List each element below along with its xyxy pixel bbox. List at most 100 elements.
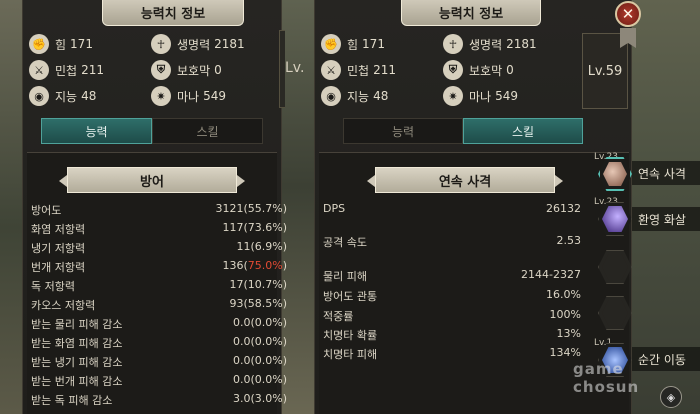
- stat-value: 211: [373, 63, 396, 77]
- eye-icon: ◉: [29, 86, 49, 106]
- stat-label: 마나: [469, 89, 492, 104]
- stat-mana: ✷ 마나 549: [443, 86, 518, 106]
- table-row: DPS 26132: [323, 200, 581, 218]
- stat-strength: ✊ 힘 171: [321, 34, 385, 54]
- row-label: 치명타 확률: [323, 329, 378, 342]
- row-value: 3121(55.7%): [215, 202, 287, 215]
- stat-label: 마나: [177, 89, 200, 104]
- row-value: 2.53: [556, 234, 582, 247]
- row-value: 26132: [546, 202, 581, 215]
- row-label: 받는 독 피해 감소: [31, 394, 113, 407]
- skill-name: 연속 사격: [632, 161, 700, 185]
- row-value: 2144-2327: [521, 268, 581, 281]
- row-label: 번개 저항력: [31, 261, 86, 274]
- row-value: 0.0(0.0%): [232, 354, 287, 367]
- row-value: 0.0(0.0%): [232, 316, 287, 329]
- row-value: 0.0(0.0%): [232, 335, 287, 348]
- stat-label: 민첩: [347, 63, 370, 78]
- stat-value: 549: [495, 89, 518, 103]
- stat-intelligence: ◉ 지능 48: [29, 86, 96, 106]
- table-row: 받는 화염 피해 감소 0.0(0.0%): [31, 333, 287, 351]
- table-row: 화염 저항력 117(73.6%): [31, 219, 287, 237]
- skill-name: 순간 이동: [632, 347, 700, 371]
- tab-skill[interactable]: 스킬: [152, 118, 263, 144]
- watermark-logo: game chosun: [573, 360, 639, 396]
- row-label: 받는 물리 피해 감소: [31, 318, 123, 331]
- level-label: Lv.: [285, 60, 305, 76]
- skill-name: 환영 화살: [632, 207, 700, 231]
- stat-mana: ✷ 마나 549: [151, 86, 226, 106]
- stat-value: 211: [81, 63, 104, 77]
- table-row: 카오스 저항력 93(58.5%): [31, 295, 287, 313]
- table-row: 받는 번개 피해 감소 0.0(0.0%): [31, 371, 287, 389]
- stat-strength: ✊ 힘 171: [29, 34, 93, 54]
- table-row: 받는 독 피해 감소 3.0(3.0%): [31, 390, 287, 408]
- stat-shield: ⛨ 보호막 0: [151, 60, 222, 80]
- row-value: 117(73.6%): [222, 221, 287, 234]
- close-button[interactable]: ✕: [615, 1, 641, 27]
- row-value: 3.0(3.0%): [232, 392, 287, 405]
- spectral-arrow-icon: [602, 206, 628, 232]
- stat-agility: ⚔ 민첩 211: [29, 60, 104, 80]
- row-value: 13%: [556, 327, 581, 340]
- empty-slot-icon: [602, 300, 628, 326]
- stat-intelligence: ◉ 지능 48: [321, 86, 388, 106]
- stat-value: 48: [81, 89, 97, 103]
- table-row: 물리 피해 2144-2327: [323, 266, 581, 284]
- stat-shield: ⛨ 보호막 0: [443, 60, 514, 80]
- claw-icon: ⚔: [29, 60, 49, 80]
- row-label: 독 저항력: [31, 280, 75, 293]
- stat-label: 힘: [55, 37, 67, 52]
- stat-agility: ⚔ 민첩 211: [321, 60, 396, 80]
- fist-icon: ✊: [321, 34, 341, 54]
- row-value: 16.0%: [546, 288, 581, 301]
- table-row: 독 저항력 17(10.7%): [31, 276, 287, 294]
- table-row: 치명타 피해 134%: [323, 344, 581, 362]
- stat-value: 48: [373, 89, 389, 103]
- sun-icon: ✷: [443, 86, 463, 106]
- row-value: 136(75.0%): [222, 259, 287, 272]
- shield-icon: ⛨: [443, 60, 463, 80]
- stat-value: 2181: [506, 37, 537, 51]
- stat-value: 2181: [214, 37, 245, 51]
- chat-icon[interactable]: ◈: [660, 386, 682, 408]
- stat-health: ☥ 생명력 2181: [151, 34, 245, 54]
- row-value-tail: ): [282, 259, 287, 272]
- row-value: 134%: [549, 346, 581, 359]
- row-label: 카오스 저항력: [31, 299, 96, 312]
- row-label: 방어도 관통: [323, 290, 378, 303]
- row-label: 치명타 피해: [323, 348, 378, 361]
- tab-bar: 능력 스킬: [41, 118, 263, 144]
- row-value: 17(10.7%): [229, 278, 287, 291]
- table-row: 공격 속도 2.53: [323, 232, 581, 250]
- stat-label: 민첩: [55, 63, 78, 78]
- eye-icon: ◉: [321, 86, 341, 106]
- table-row: 적중률 100%: [323, 306, 581, 324]
- table-row: 번개 저항력 136(75.0%): [31, 257, 287, 275]
- level-label: Lv.59: [587, 63, 623, 79]
- arrow-burst-icon: [603, 162, 627, 186]
- tab-ability[interactable]: 능력: [343, 118, 463, 144]
- stat-value: 0: [506, 63, 514, 77]
- watermark-line: game: [573, 360, 624, 378]
- row-label: 적중률: [323, 310, 354, 323]
- tab-skill[interactable]: 스킬: [463, 118, 583, 144]
- row-label: 받는 화염 피해 감소: [31, 337, 123, 350]
- tab-ability[interactable]: 능력: [41, 118, 152, 144]
- table-row: 받는 물리 피해 감소 0.0(0.0%): [31, 314, 287, 332]
- row-value: 11(6.9%): [236, 240, 287, 253]
- row-label: 받는 냉기 피해 감소: [31, 356, 123, 369]
- stat-value: 0: [214, 63, 222, 77]
- stat-label: 생명력: [469, 37, 503, 52]
- stat-value: 171: [362, 37, 385, 51]
- row-label: 냉기 저항력: [31, 242, 86, 255]
- section-title: 연속 사격: [367, 167, 563, 193]
- section-title: 방어: [59, 167, 245, 193]
- stat-value: 171: [70, 37, 93, 51]
- empty-slot-icon: [602, 254, 628, 280]
- fist-icon: ✊: [29, 34, 49, 54]
- row-label: 화염 저항력: [31, 223, 86, 236]
- table-row: 받는 냉기 피해 감소 0.0(0.0%): [31, 352, 287, 370]
- table-row: 방어도 3121(55.7%): [31, 200, 287, 218]
- row-label: 물리 피해: [323, 270, 367, 283]
